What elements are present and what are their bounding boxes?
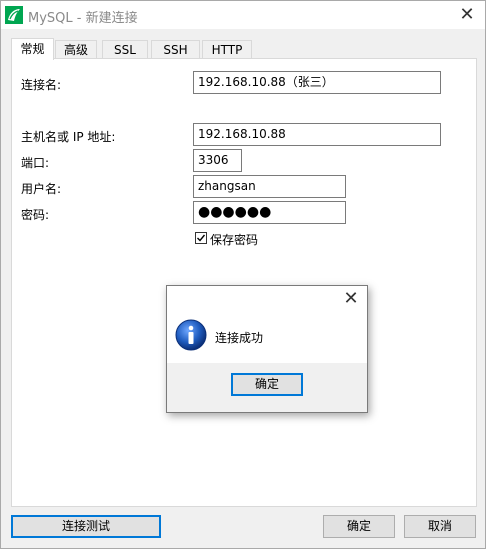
dialog-title-bar: ✕ (167, 286, 367, 313)
save-password-label: 保存密码 (210, 233, 259, 247)
connection-name-label: 连接名: (21, 78, 62, 92)
dialog-close-icon[interactable]: ✕ (341, 289, 361, 309)
connection-name-input[interactable]: 192.168.10.88（张三） (193, 71, 441, 94)
ok-button[interactable]: 确定 (323, 515, 395, 538)
port-input[interactable]: 3306 (193, 149, 242, 172)
window-close-icon[interactable]: ✕ (457, 5, 477, 25)
tab-general[interactable]: 常规 (11, 38, 54, 60)
dialog-ok-button[interactable]: 确定 (231, 373, 303, 396)
checkmark-icon (197, 234, 206, 242)
save-password-checkbox[interactable] (195, 232, 207, 244)
info-icon (175, 319, 207, 351)
host-input[interactable]: 192.168.10.88 (193, 123, 441, 146)
connection-window: MySQL - 新建连接 ✕ 常规 高级 SSL SSH HTTP 连接名: 1… (0, 0, 486, 549)
tab-ssl[interactable]: SSL (102, 40, 148, 59)
navicat-app-icon (5, 6, 23, 24)
title-bar[interactable]: MySQL - 新建连接 ✕ (1, 1, 485, 29)
tab-advanced[interactable]: 高级 (55, 40, 97, 59)
window-title: MySQL - 新建连接 (28, 11, 138, 26)
test-connection-button[interactable]: 连接测试 (11, 515, 161, 538)
port-label: 端口: (21, 156, 50, 170)
username-input[interactable]: zhangsan (193, 175, 346, 198)
tab-http[interactable]: HTTP (202, 40, 252, 59)
tab-ssh[interactable]: SSH (151, 40, 200, 59)
dialog-body: 连接成功 (167, 313, 367, 363)
username-label: 用户名: (21, 182, 62, 196)
success-dialog: ✕ 连接成功 确定 (166, 285, 368, 413)
host-label: 主机名或 IP 地址: (21, 130, 116, 144)
dialog-message: 连接成功 (215, 331, 264, 345)
password-input[interactable]: ●●●●●● (193, 201, 346, 224)
cancel-button[interactable]: 取消 (404, 515, 476, 538)
password-label: 密码: (21, 208, 50, 222)
